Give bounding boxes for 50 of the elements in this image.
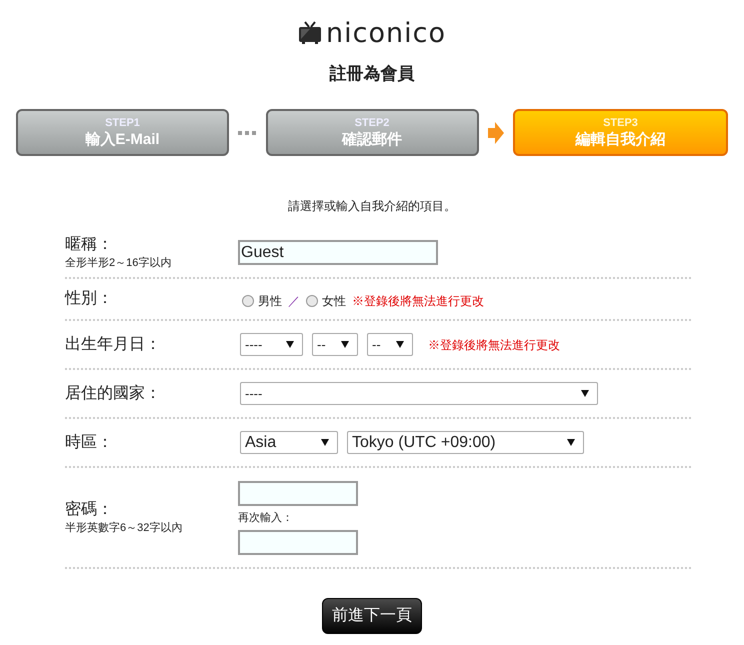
select-value: ----	[245, 336, 262, 354]
select-value: Asia	[245, 432, 276, 452]
page-title: 註冊為會員	[330, 63, 414, 85]
step-label: 確認郵件	[342, 130, 402, 148]
input-field[interactable]	[238, 480, 358, 506]
warning-note: ※登錄後將無法進行更改	[428, 336, 560, 354]
option-label: 女性	[322, 292, 346, 310]
caret-icon	[321, 439, 329, 446]
step-label: 輸入E-Mail	[85, 130, 160, 148]
select-field[interactable]: ----	[240, 382, 598, 405]
next-button[interactable]: 前進下一頁	[322, 598, 422, 634]
option-label: 男性	[258, 292, 282, 310]
instruction-text: 請選擇或輸入自我介紹的項目。	[288, 198, 456, 214]
select-field[interactable]: Asia	[240, 431, 338, 454]
field-label: 出生年月日：	[65, 334, 162, 354]
step-label: 編輯自我介紹	[576, 130, 666, 148]
select-value: --	[372, 336, 381, 354]
input-field[interactable]	[238, 530, 358, 554]
caret-icon	[567, 439, 575, 446]
field-hint: 全形半形2～16字以内	[65, 256, 172, 270]
confirm-label: 再次輸入：	[238, 510, 294, 526]
caret-icon	[341, 341, 349, 348]
radio-button[interactable]	[242, 294, 254, 306]
select-field[interactable]: --	[367, 333, 413, 356]
select-value: --	[317, 336, 326, 354]
select-value: Tokyo (UTC +09:00)	[352, 432, 496, 452]
caret-icon	[581, 390, 589, 397]
arrow-icon	[488, 122, 504, 144]
select-value: ----	[245, 384, 262, 403]
step-number: STEP3	[603, 116, 638, 130]
field-label: 居住的國家：	[65, 384, 162, 404]
input-field[interactable]: Guest	[238, 240, 438, 265]
step-number: STEP1	[105, 116, 140, 130]
caret-icon	[286, 341, 294, 348]
select-field[interactable]: --	[312, 333, 358, 356]
caret-icon	[396, 341, 404, 348]
logo-text: niconico	[326, 20, 446, 46]
field-label: 密碼：	[65, 500, 114, 520]
warning-note: ※登錄後將無法進行更改	[352, 292, 484, 310]
field-label: 性別：	[65, 289, 114, 309]
tv-icon	[298, 21, 322, 45]
radio-button[interactable]	[306, 294, 318, 306]
separator-text: ／	[288, 292, 300, 310]
field-label: 暱稱：	[65, 234, 114, 254]
select-field[interactable]: Tokyo (UTC +09:00)	[347, 431, 584, 454]
dots-icon	[238, 130, 256, 134]
step-number: STEP2	[354, 116, 390, 130]
select-field[interactable]: ----	[240, 333, 303, 356]
field-hint: 半形英數字6～32字以內	[65, 520, 184, 536]
field-label: 時區：	[65, 432, 114, 452]
